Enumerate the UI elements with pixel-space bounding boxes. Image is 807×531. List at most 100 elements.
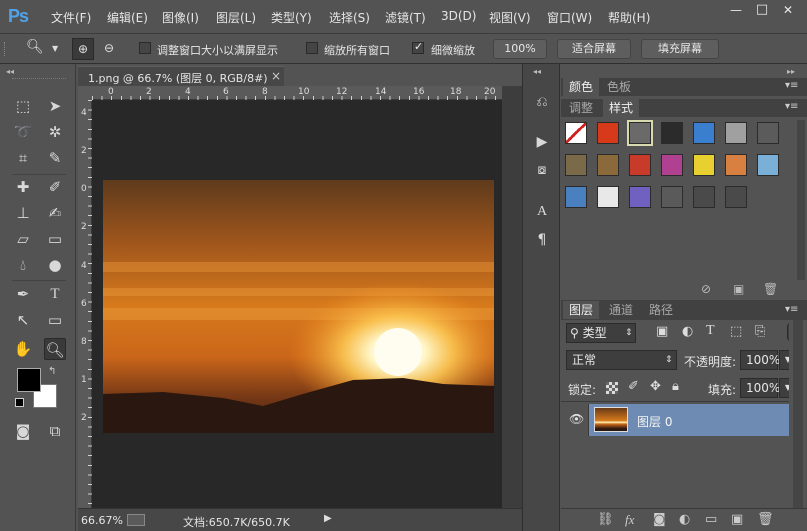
move-tool-icon[interactable]: ➤ — [44, 95, 66, 117]
eyedropper-tool-icon[interactable]: ✎ — [44, 147, 66, 169]
maximize-button[interactable]: □ — [749, 2, 775, 20]
tab-styles[interactable]: 样式 — [603, 99, 640, 117]
type-tool-icon[interactable]: T — [44, 283, 66, 305]
menu-select[interactable]: 选择(S) — [329, 9, 370, 26]
style-swatch[interactable] — [565, 186, 587, 208]
style-swatch[interactable] — [597, 186, 619, 208]
3d-panel-icon[interactable]: ⧇ — [532, 160, 552, 180]
gradient-tool-icon[interactable]: ▭ — [44, 228, 66, 250]
status-menu-arrow-icon[interactable]: ▶ — [324, 513, 332, 524]
opacity-input[interactable]: 100% — [740, 350, 780, 370]
style-swatch[interactable] — [661, 186, 683, 208]
screen-mode-icon[interactable]: ⧉ — [44, 420, 66, 442]
zoom-tool-preset-icon[interactable]: 🔍︎ — [26, 39, 44, 55]
panel-menu-icon[interactable]: ▾≡ — [785, 304, 798, 315]
filter-shape-icon[interactable]: ⬚ — [730, 324, 742, 339]
menu-edit[interactable]: 编辑(E) — [107, 9, 148, 26]
minimize-button[interactable]: — — [723, 2, 749, 20]
tab-paths[interactable]: 路径 — [643, 301, 680, 319]
status-sync-icon[interactable] — [127, 514, 145, 526]
eraser-tool-icon[interactable]: ▱ — [12, 228, 34, 250]
tab-adjustments[interactable]: 调整 — [563, 99, 600, 117]
lock-transparency-icon[interactable] — [606, 382, 618, 394]
zoom-tool-icon[interactable]: 🔍︎ — [44, 338, 66, 360]
tab-channels[interactable]: 通道 — [603, 301, 640, 319]
blur-tool-icon[interactable]: 💧︎ — [12, 254, 34, 276]
blend-mode-select[interactable]: 正常 ⇕ — [566, 350, 677, 370]
style-swatch[interactable] — [725, 186, 747, 208]
preset-dropdown-icon[interactable]: ▼ — [52, 44, 58, 53]
lasso-tool-icon[interactable]: ➰ — [12, 121, 34, 143]
quick-mask-icon[interactable]: ◙ — [12, 420, 34, 442]
canvas-image[interactable] — [103, 180, 494, 433]
menu-3d[interactable]: 3D(D) — [441, 9, 476, 23]
visibility-cell[interactable]: 👁︎ — [561, 404, 589, 436]
character-panel-icon[interactable]: A — [532, 202, 552, 222]
layer-row[interactable]: 👁︎ 图层 0 — [561, 404, 789, 436]
brush-tool-icon[interactable]: ✐ — [44, 176, 66, 198]
fill-screen-button[interactable]: 填充屏幕 — [641, 39, 719, 59]
vertical-ruler[interactable]: 4 2 0 2 4 6 8 1 2 — [78, 100, 92, 508]
menu-image[interactable]: 图像(I) — [162, 9, 199, 26]
style-swatch[interactable] — [565, 122, 587, 144]
default-colors-icon[interactable] — [15, 398, 24, 407]
style-swatch[interactable] — [627, 120, 653, 146]
actions-panel-icon[interactable]: ▶ — [532, 132, 552, 152]
style-swatch[interactable] — [597, 122, 619, 144]
fit-screen-button[interactable]: 适合屏幕 — [557, 39, 631, 59]
path-selection-tool-icon[interactable]: ↖ — [12, 309, 34, 331]
collapse-toolbar-icon[interactable]: ◂◂ — [6, 67, 14, 76]
new-layer-icon[interactable]: ▣ — [731, 512, 743, 527]
pen-tool-icon[interactable]: ✒ — [12, 283, 34, 305]
filter-pixel-icon[interactable]: ▣ — [656, 324, 668, 339]
close-button[interactable]: ✕ — [775, 2, 801, 20]
style-swatch[interactable] — [597, 154, 619, 176]
clear-style-icon[interactable]: ⊘ — [701, 282, 711, 296]
resize-windows-checkbox[interactable] — [139, 42, 151, 54]
style-swatch[interactable] — [725, 122, 747, 144]
foreground-color-swatch[interactable] — [17, 368, 41, 392]
delete-layer-icon[interactable]: 🗑︎ — [757, 512, 774, 527]
swap-colors-icon[interactable]: ↰ — [48, 366, 56, 377]
style-swatch[interactable] — [693, 154, 715, 176]
close-document-icon[interactable]: × — [271, 69, 281, 83]
style-swatch[interactable] — [661, 122, 683, 144]
menu-help[interactable]: 帮助(H) — [608, 9, 650, 26]
rectangle-tool-icon[interactable]: ▭ — [44, 309, 66, 331]
panel-menu-icon[interactable]: ▾≡ — [785, 101, 798, 112]
layers-scrollbar[interactable] — [789, 320, 807, 508]
paragraph-panel-icon[interactable]: ¶ — [532, 230, 552, 250]
delete-style-icon[interactable]: 🗑︎ — [763, 282, 778, 296]
actual-pixels-button[interactable]: 100% — [493, 39, 547, 59]
style-swatch[interactable] — [565, 154, 587, 176]
tab-color[interactable]: 颜色 — [563, 78, 600, 96]
menu-filter[interactable]: 滤镜(T) — [385, 9, 426, 26]
collapse-dock-icon[interactable]: ▸▸ — [787, 67, 795, 76]
link-layers-icon[interactable]: ⛓ — [597, 512, 614, 527]
expand-dock-icon[interactable]: ◂◂ — [533, 67, 541, 76]
lock-all-icon[interactable]: 🔒︎ — [672, 379, 679, 394]
style-swatch[interactable] — [757, 122, 779, 144]
panel-menu-icon[interactable]: ▾≡ — [785, 80, 798, 91]
lock-position-icon[interactable]: ✥ — [650, 379, 661, 394]
styles-scrollbar[interactable] — [797, 120, 805, 280]
zoom-level[interactable]: 66.67% — [81, 514, 123, 527]
style-swatch[interactable] — [629, 186, 651, 208]
menu-window[interactable]: 窗口(W) — [547, 9, 592, 26]
crop-tool-icon[interactable]: ⌗ — [12, 147, 34, 169]
zoom-all-windows-checkbox[interactable] — [306, 42, 318, 54]
style-swatch[interactable] — [693, 122, 715, 144]
zoom-in-icon[interactable]: ⊕ — [72, 38, 94, 60]
dodge-tool-icon[interactable]: ● — [44, 254, 66, 276]
menu-file[interactable]: 文件(F) — [51, 9, 91, 26]
menu-type[interactable]: 类型(Y) — [271, 9, 312, 26]
style-swatch[interactable] — [725, 154, 747, 176]
layer-effects-icon[interactable]: fx — [625, 512, 634, 528]
filter-smart-object-icon[interactable]: ⎘ — [755, 324, 765, 339]
fill-input[interactable]: 100% — [740, 378, 780, 398]
zoom-out-icon[interactable]: ⊖ — [98, 38, 120, 60]
menu-layer[interactable]: 图层(L) — [216, 9, 256, 26]
new-style-icon[interactable]: ▣ — [733, 282, 744, 296]
history-brush-tool-icon[interactable]: ✍ — [44, 202, 66, 224]
layer-name[interactable]: 图层 0 — [637, 413, 672, 430]
